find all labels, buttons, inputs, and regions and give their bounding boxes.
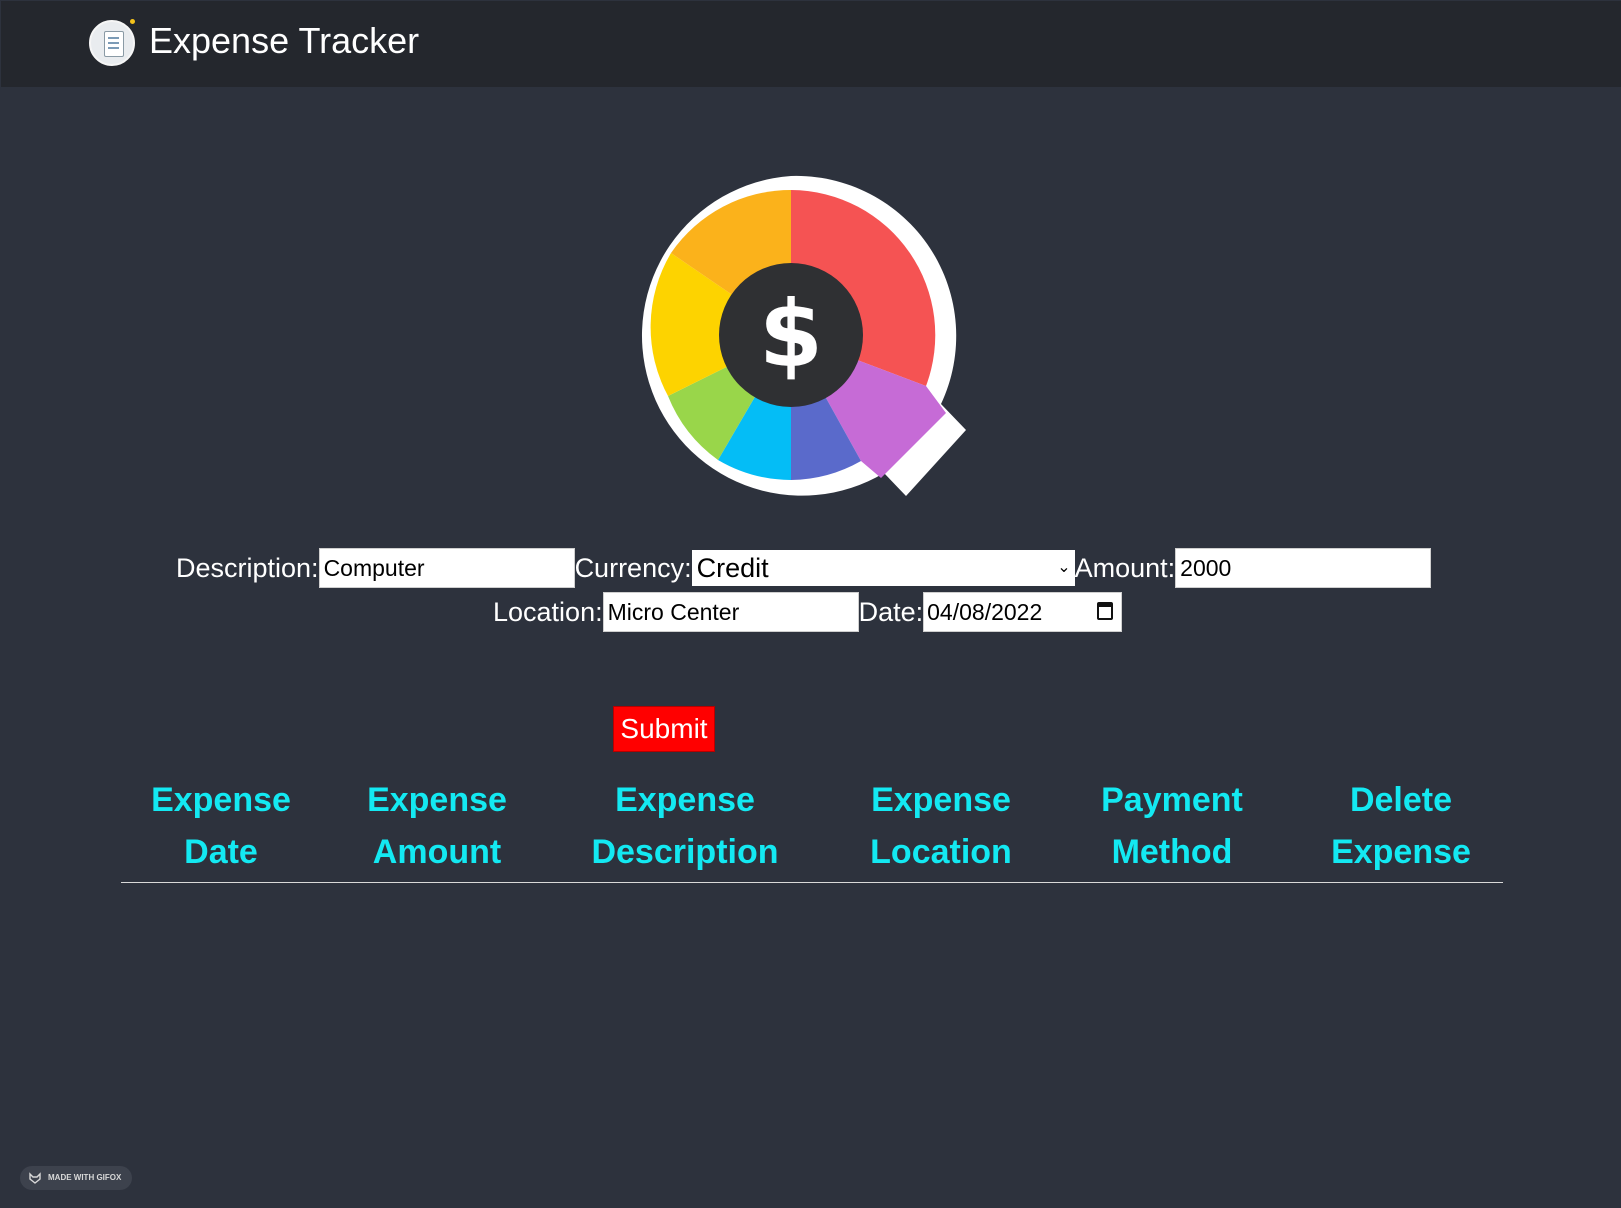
gifox-watermark[interactable]: MADE WITH GIFOX <box>20 1166 132 1190</box>
description-input[interactable] <box>318 548 575 588</box>
ledger-icon[interactable] <box>89 19 135 66</box>
navbar: Expense Tracker <box>1 1 1621 87</box>
currency-select[interactable]: Credit ⌄ <box>691 550 1075 586</box>
expense-table-header: Expense Date Expense Amount Expense Desc… <box>121 770 1503 883</box>
header-expense-amount: Expense Amount <box>367 781 507 871</box>
currency-selected-value: Credit <box>696 553 769 583</box>
header-delete-expense: Delete Expense <box>1331 781 1471 871</box>
date-label: Date: <box>858 597 924 627</box>
dollar-pie-chart-icon: $ <box>641 175 966 496</box>
fox-icon <box>29 1172 41 1184</box>
chevron-down-icon: ⌄ <box>1057 559 1071 576</box>
svg-text:$: $ <box>759 281 823 388</box>
header-expense-description: Expense Description <box>591 781 779 871</box>
watermark-text: MADE WITH GIFOX <box>48 1173 122 1182</box>
description-label: Description: <box>176 553 319 583</box>
amount-input[interactable] <box>1175 548 1432 588</box>
header-payment-method: Payment Method <box>1101 781 1243 871</box>
date-value: 04/08/2022 <box>927 599 1043 625</box>
expense-form-row-2: Location: Date: 04/08/2022 <box>493 592 1123 632</box>
calendar-icon[interactable] <box>1097 602 1114 620</box>
date-input[interactable]: 04/08/2022 <box>923 592 1123 632</box>
submit-button[interactable]: Submit <box>613 706 715 752</box>
amount-label: Amount: <box>1074 553 1176 583</box>
header-expense-location: Expense Location <box>870 781 1012 871</box>
expense-form-row-1: Description: Currency: Credit ⌄ Amount: <box>176 548 1432 588</box>
app-title[interactable]: Expense Tracker <box>149 19 419 63</box>
location-input[interactable] <box>602 592 859 632</box>
currency-label: Currency: <box>574 553 692 583</box>
location-label: Location: <box>493 597 603 627</box>
header-expense-date: Expense Date <box>151 781 291 871</box>
